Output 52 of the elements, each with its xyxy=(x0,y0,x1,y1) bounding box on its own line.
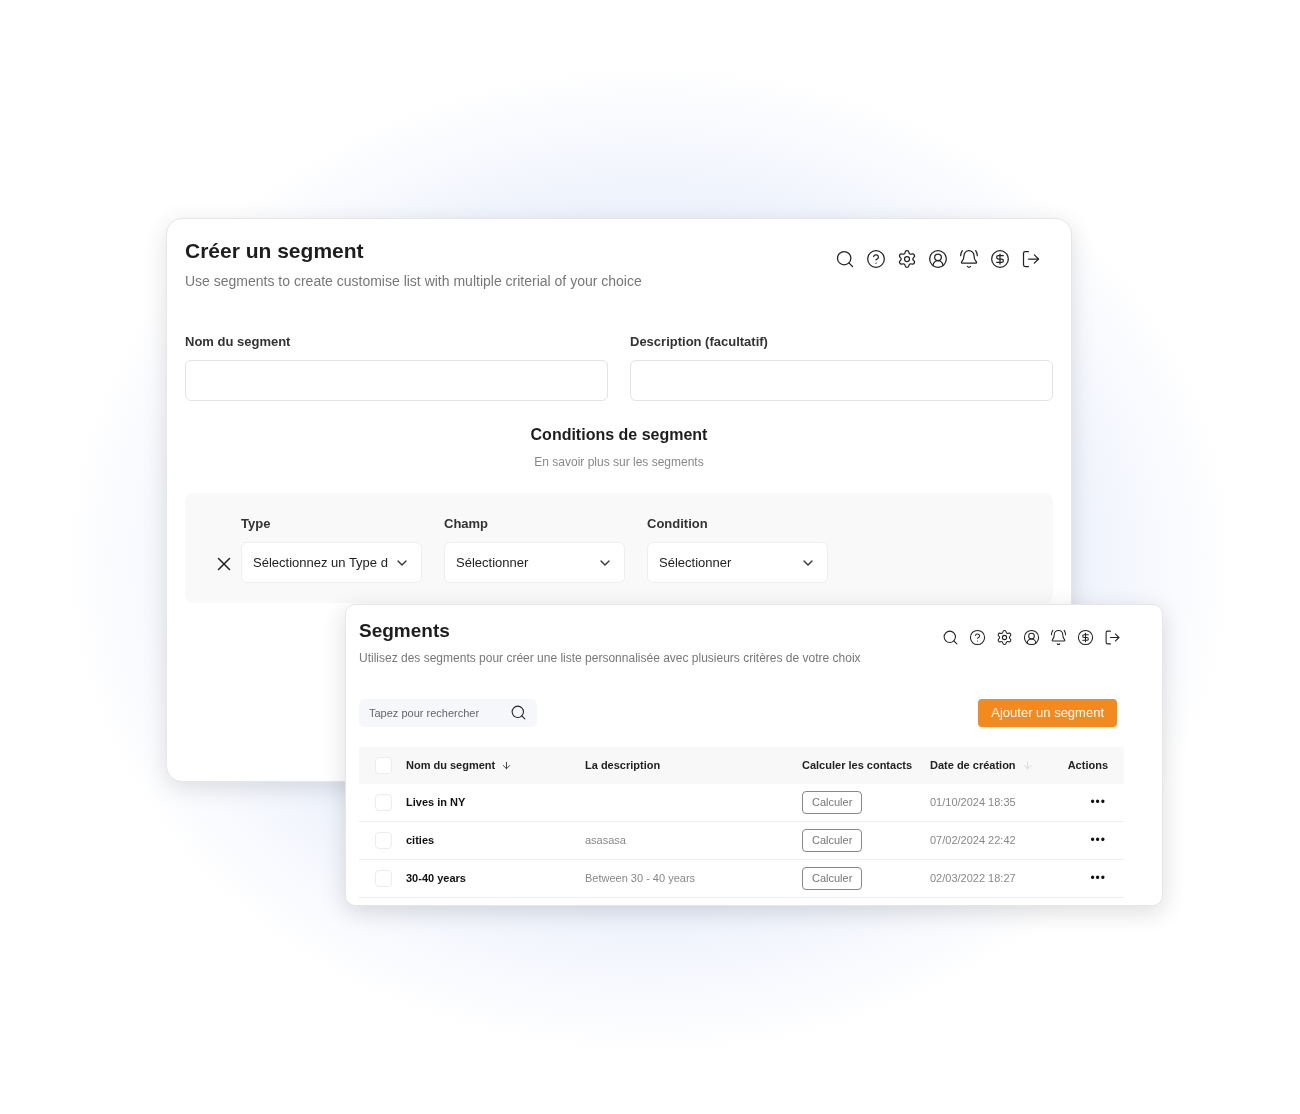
table-cell: 30-40 years xyxy=(406,871,466,884)
help-icon[interactable] xyxy=(969,629,986,646)
window-subtitle: Utilisez des segments pour créer une liste personnalisée avec plusieurs critères de votre choix xyxy=(359,649,861,667)
search-icon[interactable] xyxy=(942,629,959,646)
calculate-button[interactable]: Calculer xyxy=(802,828,863,852)
table-cell: 02/03/2022 18:27 xyxy=(930,871,1016,884)
column-header: Date de création xyxy=(930,757,1016,773)
column-header: Actions xyxy=(1067,757,1108,773)
more-button[interactable]: ••• xyxy=(1090,869,1106,887)
more-button[interactable]: ••• xyxy=(1090,793,1106,811)
sort-icon[interactable] xyxy=(501,759,513,771)
logout-icon[interactable] xyxy=(1104,629,1121,646)
input-field[interactable] xyxy=(630,360,1053,401)
settings-icon[interactable] xyxy=(897,249,917,269)
dollar-icon[interactable] xyxy=(990,249,1010,269)
window-title: Segments xyxy=(359,619,451,643)
select-label: Condition xyxy=(647,514,709,533)
user-icon[interactable] xyxy=(1023,629,1040,646)
dropdown[interactable]: Sélectionnez un Type d xyxy=(241,542,422,583)
settings-icon[interactable] xyxy=(996,629,1013,646)
table-cell: Lives in NY xyxy=(406,795,466,808)
window-subtitle: Use segments to create customise list with multiple criterial of your choice xyxy=(185,271,642,291)
select-label: Champ xyxy=(444,514,490,533)
more-button[interactable]: ••• xyxy=(1090,831,1106,849)
bell-icon[interactable] xyxy=(959,249,979,269)
column-header: La description xyxy=(585,757,661,773)
bell-icon[interactable] xyxy=(1050,629,1067,646)
user-icon[interactable] xyxy=(928,249,948,269)
dropdown[interactable]: Sélectionner xyxy=(444,542,625,583)
select-label: Type xyxy=(241,514,272,533)
calculate-button[interactable]: Calculer xyxy=(802,866,863,890)
input-field[interactable] xyxy=(185,360,608,401)
learn-more-link[interactable]: En savoir plus sur les segments xyxy=(534,453,704,471)
help-icon[interactable] xyxy=(866,249,886,269)
table-cell: cities xyxy=(406,833,435,846)
search-field[interactable]: Tapez pour rechercher xyxy=(359,698,537,727)
table-cell: asasasa xyxy=(585,833,626,846)
section-title: Conditions de segment xyxy=(530,425,708,445)
table-cell: 01/10/2024 18:35 xyxy=(930,795,1016,808)
dropdown[interactable]: Sélectionner xyxy=(647,542,828,583)
logout-icon[interactable] xyxy=(1021,249,1041,269)
dollar-icon[interactable] xyxy=(1077,629,1094,646)
table-cell: Between 30 - 40 years xyxy=(585,871,696,884)
search-icon[interactable] xyxy=(835,249,855,269)
field-label: Description (facultatif) xyxy=(630,332,769,351)
table-cell: 07/02/2024 22:42 xyxy=(930,833,1016,846)
column-header: Calculer les contacts xyxy=(802,757,913,773)
calculate-button[interactable]: Calculer xyxy=(802,790,863,814)
field-label: Nom du segment xyxy=(185,332,292,351)
window-title: Créer un segment xyxy=(185,238,365,264)
column-header: Nom du segment xyxy=(406,757,496,773)
search-icon[interactable] xyxy=(510,703,527,721)
